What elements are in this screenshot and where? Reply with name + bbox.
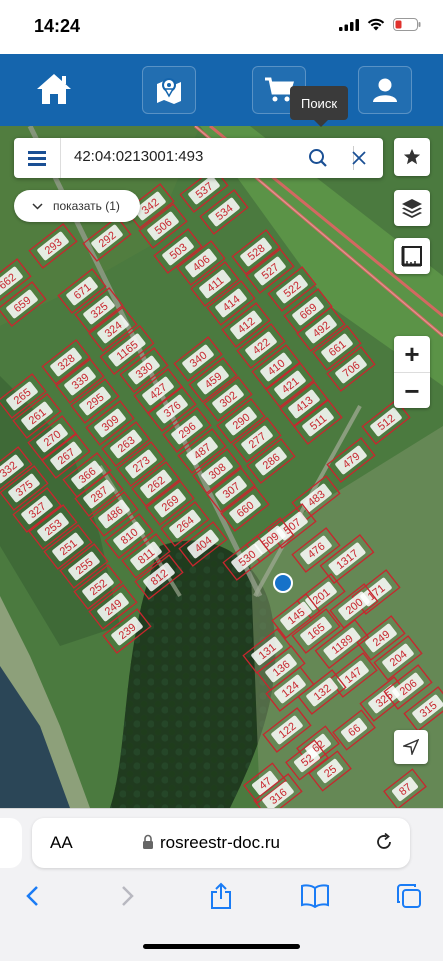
zoom-control: + −: [394, 336, 430, 408]
search-button[interactable]: [306, 146, 330, 170]
current-location-marker: [273, 573, 293, 593]
menu-button[interactable]: [14, 138, 61, 178]
home-button[interactable]: [28, 66, 80, 112]
battery-icon: [393, 18, 421, 31]
previous-tab-card[interactable]: [0, 818, 22, 868]
signal-icon: [339, 18, 359, 31]
bookmarks-button[interactable]: [299, 880, 331, 912]
search-tooltip: Поиск: [290, 86, 348, 127]
user-icon: [373, 78, 397, 102]
url-text: rosreestr-doc.ru: [160, 833, 280, 852]
search-bar: 42:04:0213001:493: [14, 138, 383, 178]
chevron-right-icon: [122, 886, 134, 906]
app-header: [0, 54, 443, 126]
hamburger-menu-icon: [28, 150, 46, 166]
favorites-button[interactable]: [394, 138, 430, 176]
share-icon: [211, 882, 231, 909]
search-icon: [309, 149, 327, 167]
home-icon: [37, 74, 71, 104]
status-bar: 14:24: [0, 0, 443, 54]
tabs-button[interactable]: [393, 880, 425, 912]
ruler-icon: [401, 246, 422, 267]
reload-icon[interactable]: [374, 832, 394, 857]
cadastral-map[interactable]: 503 537 534 506 342 293 292 406 528 411 527 671 522 4…: [0, 126, 443, 808]
share-button[interactable]: [205, 880, 237, 912]
search-input[interactable]: 42:04:0213001:493: [74, 148, 203, 165]
close-icon: [352, 151, 366, 165]
show-results-chip[interactable]: показать (1): [14, 190, 140, 222]
zoom-out-button[interactable]: −: [394, 373, 430, 409]
chevron-down-icon: [32, 202, 43, 210]
reader-settings-button[interactable]: AA: [50, 833, 73, 853]
profile-button[interactable]: [358, 66, 412, 114]
map-canvas[interactable]: 503537534506342293 292406528411527671 5224…: [0, 126, 443, 808]
forward-button[interactable]: [112, 880, 144, 912]
back-button[interactable]: [16, 880, 48, 912]
wifi-icon: [367, 18, 385, 31]
star-icon: [403, 148, 421, 165]
status-time: 14:24: [34, 16, 81, 36]
map-button[interactable]: [142, 66, 196, 114]
status-icons: [339, 18, 421, 31]
measure-button[interactable]: [394, 238, 430, 274]
clear-button[interactable]: [347, 146, 371, 170]
layers-icon: [402, 199, 422, 218]
zoom-in-button[interactable]: +: [394, 336, 430, 372]
layers-button[interactable]: [394, 190, 430, 226]
home-indicator: [143, 944, 300, 949]
show-results-label: показать (1): [53, 199, 120, 213]
locate-button[interactable]: [394, 730, 428, 764]
tabs-icon: [397, 884, 421, 908]
chevron-left-icon: [26, 886, 38, 906]
navigation-arrow-icon: [403, 739, 419, 755]
book-icon: [301, 884, 329, 908]
address-bar[interactable]: AA rosreestr-doc.ru: [32, 818, 410, 868]
lock-icon: [142, 834, 154, 855]
map-pin-icon: [157, 78, 181, 104]
